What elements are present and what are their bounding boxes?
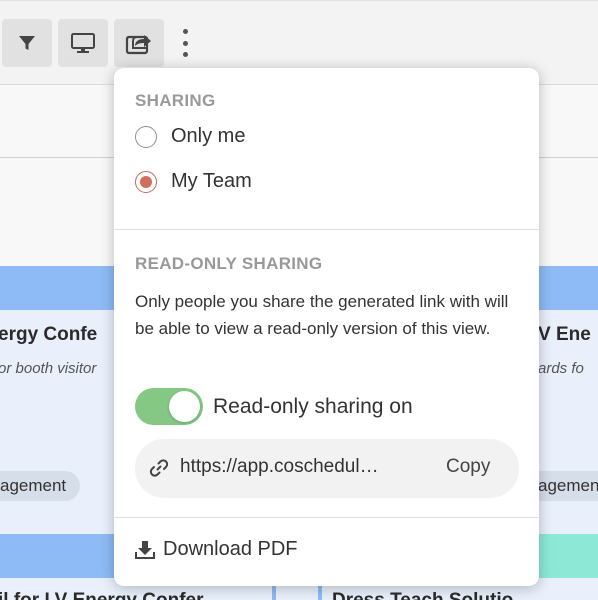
readonly-description: Only people you share the generated link…	[135, 292, 509, 338]
link-icon	[149, 459, 169, 477]
radio-only-me[interactable]: Only me	[135, 125, 245, 148]
toggle-knob	[169, 391, 200, 422]
presentation-button[interactable]	[58, 19, 108, 67]
share-link-url[interactable]: https://app.coschedul…	[180, 456, 379, 478]
monitor-icon	[71, 33, 95, 53]
readonly-toggle-row[interactable]: Read-only sharing on	[135, 388, 413, 425]
more-options-button[interactable]	[176, 25, 194, 61]
readonly-toggle-label[interactable]: Read-only sharing on	[213, 395, 413, 419]
card-left-tag: agement	[0, 471, 81, 501]
radio-button-unchecked[interactable]	[135, 125, 157, 148]
download-icon	[135, 540, 155, 559]
download-pdf-button[interactable]: Download PDF	[133, 538, 298, 561]
share-button[interactable]	[114, 19, 164, 67]
share-icon	[125, 35, 151, 55]
card2-right-title[interactable]: Dress Teach Solutio	[332, 590, 513, 600]
card-right-subtitle: ards fo	[538, 360, 584, 377]
sharing-section-title: SHARING	[135, 91, 216, 110]
share-link-box: https://app.coschedul… Copy	[135, 439, 519, 498]
card-left-title[interactable]: ergy Confe	[0, 324, 97, 346]
sharing-popup: SHARING Only me My Team READ-ONLY SHARIN…	[114, 68, 539, 586]
more-vertical-icon	[182, 29, 188, 34]
copy-button[interactable]: Copy	[446, 456, 490, 478]
card-left-subtitle: or booth visitor	[0, 360, 97, 377]
section-divider	[114, 229, 539, 230]
card-right-title[interactable]: V Ene	[538, 324, 591, 346]
filter-button[interactable]	[2, 19, 52, 67]
filter-icon	[19, 36, 35, 50]
radio-my-team[interactable]: My Team	[135, 170, 252, 193]
radio-label-only-me[interactable]: Only me	[171, 125, 245, 148]
card2-left-title[interactable]: il for LV Energy Confer	[0, 590, 204, 600]
radio-label-my-team[interactable]: My Team	[171, 170, 252, 193]
readonly-toggle[interactable]	[135, 388, 203, 425]
download-pdf-label[interactable]: Download PDF	[163, 538, 298, 561]
readonly-section-title: READ-ONLY SHARING	[135, 254, 323, 273]
section-divider-bottom	[114, 517, 539, 518]
radio-button-checked[interactable]	[135, 170, 157, 193]
